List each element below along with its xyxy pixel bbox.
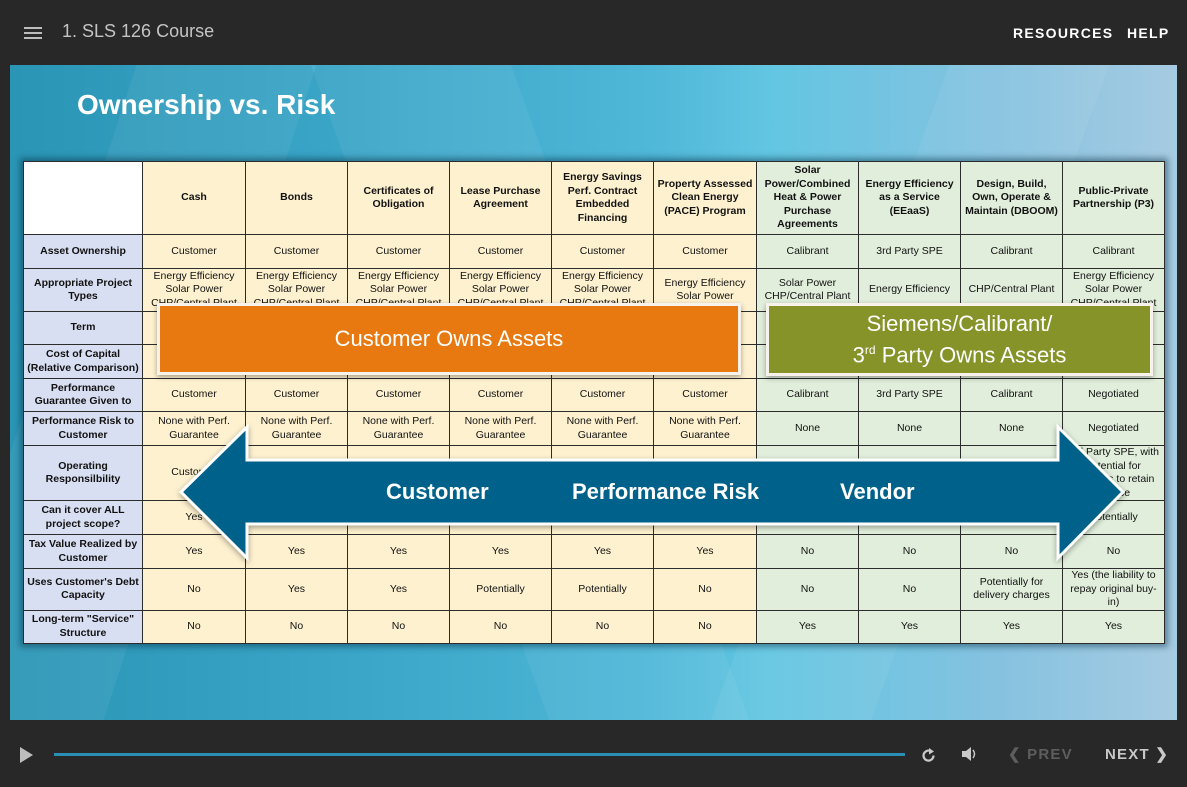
chevron-left-icon: ❮ xyxy=(1008,746,1022,763)
replay-icon[interactable] xyxy=(920,747,937,764)
menu-icon[interactable] xyxy=(24,27,42,39)
prev-button[interactable]: ❮ PREV xyxy=(1008,745,1073,763)
arrow-label-performance-risk: Performance Risk xyxy=(572,479,760,504)
play-icon[interactable] xyxy=(20,747,33,763)
top-bar: 1. SLS 126 Course RESOURCES HELP xyxy=(0,0,1187,65)
player-controls: ❮ PREV NEXT ❯ xyxy=(0,720,1187,787)
arrow-label-vendor: Vendor xyxy=(840,479,915,504)
volume-icon[interactable] xyxy=(961,746,979,762)
course-title: 1. SLS 126 Course xyxy=(62,21,215,41)
progress-bar[interactable] xyxy=(54,753,905,756)
next-button[interactable]: NEXT ❯ xyxy=(1105,745,1169,763)
arrow-label-customer: Customer xyxy=(386,479,489,504)
slide-canvas: Ownership vs. Risk Cash Bonds Certificates… xyxy=(10,65,1177,720)
chevron-right-icon: ❯ xyxy=(1155,746,1169,763)
help-link[interactable]: HELP xyxy=(1127,25,1170,41)
prev-label: PREV xyxy=(1027,746,1073,763)
next-label: NEXT xyxy=(1105,746,1150,763)
performance-risk-double-arrow xyxy=(178,423,1126,562)
resources-link[interactable]: RESOURCES xyxy=(1013,25,1113,41)
